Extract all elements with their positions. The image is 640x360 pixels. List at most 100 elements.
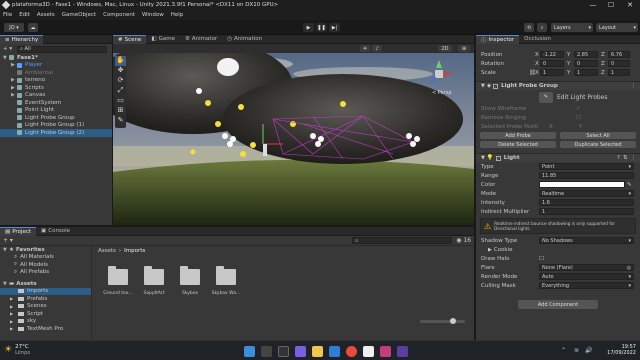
search-icon[interactable]: ⌕ bbox=[537, 23, 547, 32]
add-component-button[interactable]: Add Component bbox=[518, 300, 598, 309]
audio-toggle-icon[interactable]: ♪ bbox=[372, 45, 382, 52]
expand-arrow-icon[interactable]: ▶ bbox=[10, 326, 15, 331]
color-swatch[interactable] bbox=[539, 181, 625, 188]
edit-probes-icon[interactable]: ✎ bbox=[539, 91, 553, 103]
pause-button[interactable]: ❚❚ bbox=[316, 23, 327, 32]
menu-gameobject[interactable]: GameObject bbox=[62, 12, 96, 18]
light-probe-group-header[interactable]: ▼ ◈ ✓ Light Probe Group ⋮ bbox=[476, 81, 640, 90]
scale-tool-icon[interactable]: ⤢ bbox=[115, 86, 126, 96]
play-button[interactable]: ▶ bbox=[303, 23, 314, 32]
position-x-field[interactable]: -1.22 bbox=[540, 51, 564, 58]
range-field[interactable]: 11.85 bbox=[539, 172, 634, 179]
cloud-icon[interactable]: ☁ bbox=[28, 23, 38, 32]
project-search-input[interactable]: ⌕ bbox=[352, 237, 453, 244]
breadcrumb-assets[interactable]: Assets bbox=[98, 248, 116, 254]
hierarchy-item[interactable]: ▶ Canvas bbox=[0, 92, 112, 100]
hierarchy-item[interactable]: Light Probe Group (1) bbox=[0, 122, 112, 130]
maximize-button[interactable]: ☐ bbox=[602, 0, 620, 10]
edge-icon[interactable] bbox=[329, 346, 340, 357]
project-add-button[interactable]: + ▾ bbox=[3, 237, 13, 244]
show-wireframe-checkbox[interactable]: ✓ bbox=[576, 106, 581, 112]
asset-folder-item[interactable]: ▶ Script bbox=[0, 310, 91, 318]
type-dropdown[interactable]: Point ▾ bbox=[539, 163, 634, 170]
tab-scene[interactable]: # Scene bbox=[113, 34, 147, 44]
step-button[interactable]: ▶| bbox=[329, 23, 340, 32]
culling-dropdown[interactable]: Everything ▾ bbox=[539, 282, 634, 289]
light-toggle-icon[interactable]: ☀ bbox=[360, 45, 370, 52]
transform-tool-icon[interactable]: ⊞ bbox=[115, 106, 126, 116]
scale-z-field[interactable]: 1 bbox=[608, 69, 630, 76]
render-mode-dropdown[interactable]: Auto ▾ bbox=[539, 273, 634, 280]
folder-tile[interactable]: Skybox bbox=[172, 265, 208, 305]
tab-inspector[interactable]: ⓘ Inspector bbox=[476, 34, 520, 44]
icon-size-slider[interactable] bbox=[420, 318, 465, 324]
hierarchy-item[interactable]: Ambiental bbox=[0, 69, 112, 77]
wifi-icon[interactable]: ≋ bbox=[574, 347, 579, 354]
tab-hierarchy[interactable]: ≡ Hierarchy bbox=[0, 34, 44, 44]
light-header[interactable]: ▼ 💡 ✓ Light ? ⇅ ⋮ bbox=[476, 153, 640, 162]
eyedropper-icon[interactable]: ✎ bbox=[627, 182, 632, 188]
rect-tool-icon[interactable]: ▭ bbox=[115, 96, 126, 106]
folder-tile[interactable]: Ground tex... bbox=[100, 265, 136, 305]
chrome-icon[interactable] bbox=[346, 346, 357, 357]
flare-field[interactable]: None (Flare) ◎ bbox=[539, 264, 634, 271]
tab-console[interactable]: ▣ Console bbox=[36, 227, 75, 236]
hierarchy-item[interactable]: ▶ terreno bbox=[0, 77, 112, 85]
search-icon[interactable] bbox=[261, 346, 272, 357]
component-checkbox[interactable]: ✓ bbox=[493, 83, 499, 89]
hand-tool-icon[interactable]: ✋ bbox=[115, 56, 126, 66]
help-icon[interactable]: ? bbox=[617, 155, 620, 161]
folder-tile[interactable]: Skybox Wa... bbox=[208, 265, 244, 305]
start-button-icon[interactable] bbox=[244, 346, 255, 357]
custom-tool-icon[interactable]: ✎ bbox=[115, 116, 126, 126]
favorite-item[interactable]: ⌕ All Materials bbox=[0, 254, 91, 262]
expand-arrow-icon[interactable]: ▶ bbox=[10, 311, 15, 316]
file-explorer-icon[interactable] bbox=[312, 346, 323, 357]
hierarchy-item[interactable]: ▼ Fase1* bbox=[0, 54, 112, 62]
expand-arrow-icon[interactable]: ▶ bbox=[10, 304, 15, 309]
halo-checkbox[interactable]: ☐ bbox=[539, 256, 544, 262]
menu-component[interactable]: Component bbox=[103, 12, 135, 18]
hierarchy-item[interactable]: EventSystem bbox=[0, 99, 112, 107]
hierarchy-item[interactable]: Light Probe Group bbox=[0, 114, 112, 122]
layout-dropdown[interactable]: Layout ▾ bbox=[596, 23, 638, 32]
menu-file[interactable]: File bbox=[3, 12, 12, 18]
menu-assets[interactable]: Assets bbox=[37, 12, 55, 18]
expand-arrow-icon[interactable]: ▶ bbox=[10, 319, 15, 324]
asset-folder-item[interactable]: Imports bbox=[0, 287, 91, 295]
close-button[interactable]: ✕ bbox=[621, 0, 639, 10]
teams-chat-icon[interactable] bbox=[295, 346, 306, 357]
unity-app-icon[interactable] bbox=[363, 346, 374, 357]
asset-folder-item[interactable]: ▶ Prefabs bbox=[0, 295, 91, 303]
rotation-y-field[interactable]: 0 bbox=[574, 60, 598, 67]
menu-help[interactable]: Help bbox=[171, 12, 184, 18]
hierarchy-item[interactable]: Point Light bbox=[0, 107, 112, 115]
layers-dropdown[interactable]: Layers ▾ bbox=[551, 23, 593, 32]
asset-folder-item[interactable]: ▶ Scenes bbox=[0, 303, 91, 311]
scene-view[interactable]: < Persp ✋ ✥ ⟳ ⤢ ▭ ⊞ ✎ bbox=[113, 44, 474, 225]
asset-folder-item[interactable]: ▶ TextMesh Pro bbox=[0, 325, 91, 333]
light-enabled-checkbox[interactable]: ✓ bbox=[495, 155, 501, 161]
move-tool-icon[interactable]: ✥ bbox=[115, 66, 126, 76]
tab-project[interactable]: ▤ Project bbox=[0, 226, 37, 236]
rotate-tool-icon[interactable]: ⟳ bbox=[115, 76, 126, 86]
account-button[interactable]: JO ▾ bbox=[4, 23, 24, 32]
favorite-item[interactable]: ⌕ All Prefabs bbox=[0, 269, 91, 277]
app-icon[interactable] bbox=[380, 346, 391, 357]
tab-animator[interactable]: ⚙ Animator bbox=[180, 35, 222, 44]
shadow-dropdown[interactable]: No Shadows ▾ bbox=[539, 237, 634, 244]
minimize-button[interactable]: — bbox=[584, 0, 602, 10]
task-view-icon[interactable] bbox=[278, 346, 289, 357]
tab-occlusion[interactable]: Occlusion bbox=[519, 35, 556, 44]
expand-arrow-icon[interactable]: ▶ bbox=[10, 296, 15, 301]
more-icon[interactable]: ⋮ bbox=[631, 155, 637, 161]
mode-dropdown[interactable]: Realtime ▾ bbox=[539, 190, 634, 197]
weather-widget[interactable]: ☀ 27°C Limpo bbox=[4, 344, 30, 356]
scale-x-field[interactable]: 1 bbox=[540, 69, 564, 76]
tab-game[interactable]: ◧ Game bbox=[146, 35, 180, 44]
menu-window[interactable]: Window bbox=[142, 12, 164, 18]
scale-y-field[interactable]: 1 bbox=[574, 69, 598, 76]
clock[interactable]: 19:57 17/09/2022 bbox=[598, 344, 636, 356]
position-z-field[interactable]: 6.76 bbox=[608, 51, 630, 58]
tab-animation[interactable]: ◷ Animation bbox=[222, 35, 267, 44]
